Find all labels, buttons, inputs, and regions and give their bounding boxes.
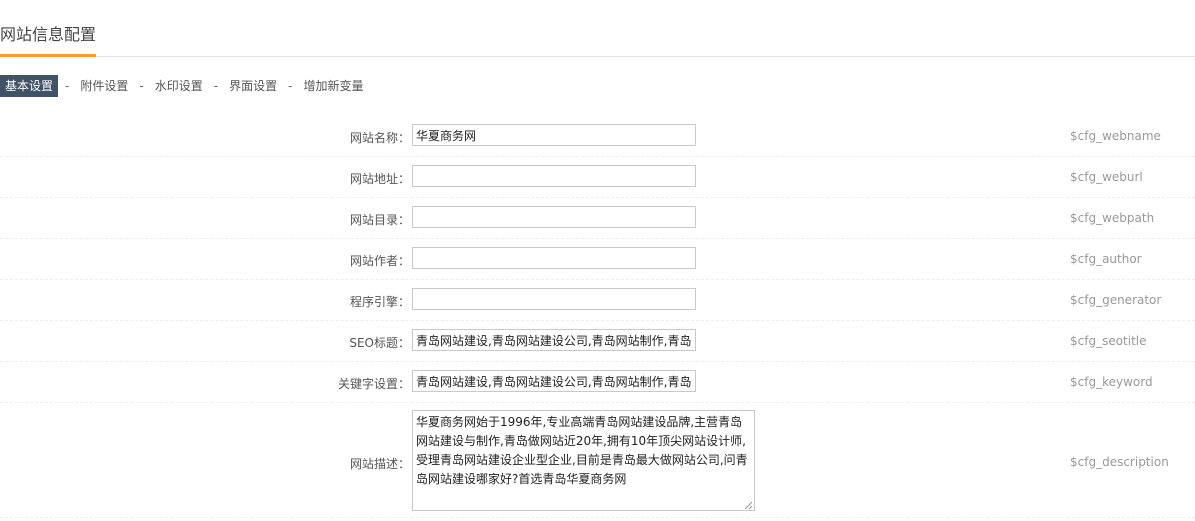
- field-row-webname: 网站名称： $cfg_webname: [0, 116, 1195, 157]
- field-row-keyword: 关键字设置： $cfg_keyword: [0, 362, 1195, 403]
- field-label-webpath: 网站目录：: [349, 213, 410, 227]
- keyword-input[interactable]: [412, 370, 696, 392]
- tab-separator: -: [213, 79, 219, 93]
- tab-attachment-settings[interactable]: 附件设置: [76, 75, 132, 97]
- generator-input[interactable]: [412, 288, 696, 310]
- resize-grip-icon[interactable]: [743, 500, 753, 510]
- var-name-webpath: $cfg_webpath: [1070, 211, 1155, 225]
- tab-separator: -: [288, 79, 293, 93]
- var-name-description: $cfg_description: [1070, 455, 1169, 469]
- field-label-webname: 网站名称：: [349, 131, 410, 145]
- field-row-webpath: 网站目录： $cfg_webpath: [0, 198, 1195, 239]
- field-row-weburl: 网站地址： $cfg_weburl: [0, 157, 1195, 198]
- tab-interface-settings[interactable]: 界面设置: [225, 75, 281, 97]
- tab-basic-settings[interactable]: 基本设置: [0, 75, 59, 97]
- var-name-generator: $cfg_generator: [1070, 293, 1162, 307]
- field-row-description: 网站描述： 华夏商务网始于1996年,专业高端青岛网站建设品牌,主营青岛网站建设…: [0, 403, 1195, 518]
- tab-watermark-settings[interactable]: 水印设置: [151, 75, 207, 97]
- seotitle-input[interactable]: [412, 329, 696, 351]
- field-row-author: 网站作者： $cfg_author: [0, 239, 1195, 280]
- field-row-seotitle: SEO标题： $cfg_seotitle: [0, 321, 1195, 362]
- field-label-author: 网站作者：: [349, 254, 410, 268]
- field-row-generator: 程序引擎： $cfg_generator: [0, 280, 1195, 321]
- field-label-generator: 程序引擎：: [349, 295, 410, 309]
- var-name-weburl: $cfg_weburl: [1070, 170, 1143, 184]
- field-label-keyword: 关键字设置：: [337, 377, 410, 391]
- page-title: 网站信息配置: [0, 25, 97, 44]
- settings-tabs: 基本设置 - 附件设置 - 水印设置 - 界面设置 - 增加新变量: [0, 75, 367, 97]
- page-header: 网站信息配置: [0, 0, 1195, 57]
- webpath-input[interactable]: [412, 206, 696, 228]
- var-name-seotitle: $cfg_seotitle: [1070, 334, 1147, 348]
- weburl-input[interactable]: [412, 165, 696, 187]
- webname-input[interactable]: [412, 124, 696, 146]
- var-name-keyword: $cfg_keyword: [1070, 375, 1153, 389]
- title-underline: [0, 54, 96, 57]
- tab-separator: -: [65, 79, 70, 93]
- author-input[interactable]: [412, 247, 696, 269]
- var-name-webname: $cfg_webname: [1070, 129, 1161, 143]
- field-label-description: 网站描述：: [349, 457, 410, 471]
- field-label-seotitle: SEO标题：: [349, 336, 410, 350]
- field-label-weburl: 网站地址：: [349, 172, 410, 186]
- description-textarea[interactable]: 华夏商务网始于1996年,专业高端青岛网站建设品牌,主营青岛网站建设与制作,青岛…: [412, 410, 755, 511]
- tab-add-variable[interactable]: 增加新变量: [299, 75, 367, 97]
- var-name-author: $cfg_author: [1070, 252, 1142, 266]
- tab-separator: -: [139, 79, 144, 93]
